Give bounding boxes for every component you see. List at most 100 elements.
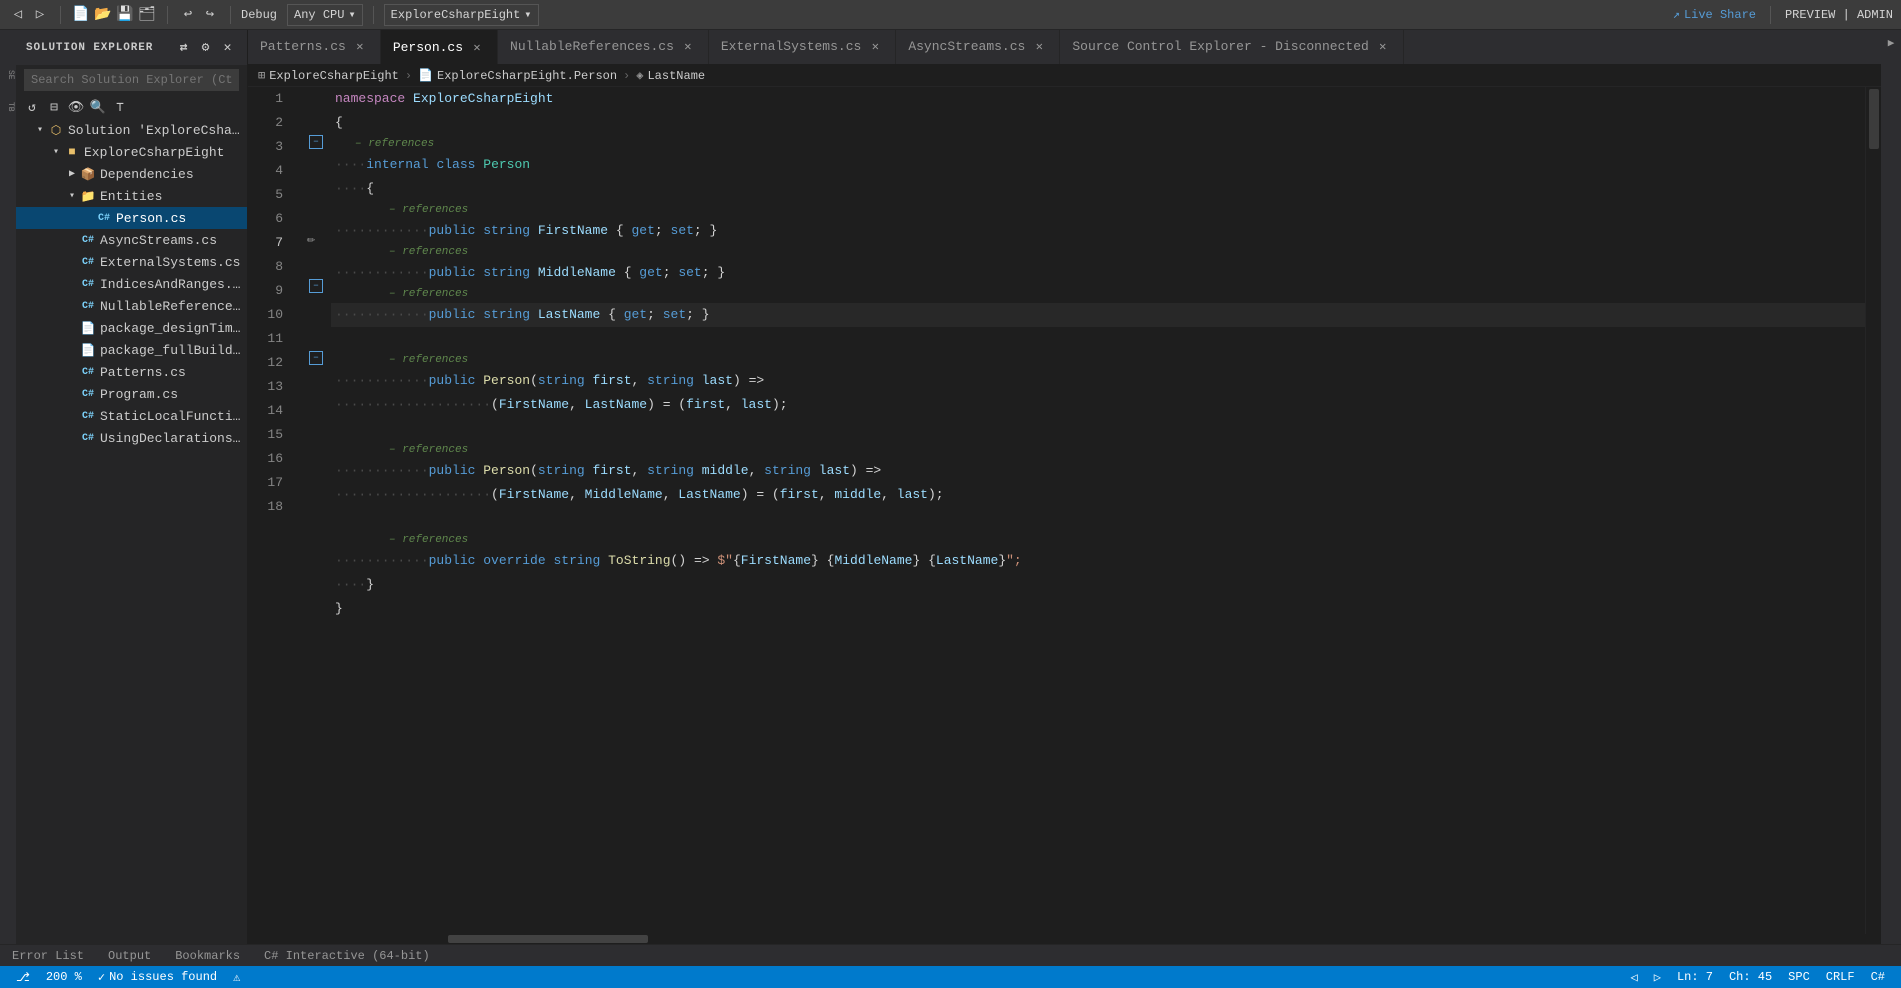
code-line-11[interactable] [331, 417, 1865, 441]
sync-icon[interactable]: ↺ [22, 97, 42, 117]
code-line-18[interactable] [331, 621, 1865, 645]
bottom-tab-errorlist[interactable]: Error List [8, 947, 88, 965]
code-line-17[interactable]: } [331, 597, 1865, 621]
status-warnings[interactable]: ⚠ [225, 966, 248, 988]
sidebar-item-usingdeclarations[interactable]: ▶ C# UsingDeclarationsRefStruct.cs [16, 427, 247, 449]
undo-icon[interactable]: ↩ [178, 5, 198, 25]
code-line-4[interactable]: ····{ [331, 177, 1865, 201]
code-line-14[interactable] [331, 507, 1865, 531]
save-all-icon[interactable]: 🗂 [137, 5, 157, 25]
server-explorer-icon[interactable]: SE [1, 70, 15, 80]
live-share-button[interactable]: ↗ Live Share [1673, 7, 1756, 22]
code-line-15[interactable]: ············public override string ToStr… [331, 549, 1865, 573]
sidebar-item-fullbuild[interactable]: ▶ 📄 package_fullBuild.binlog [16, 339, 247, 361]
code-line-9[interactable]: ············public Person(string first, … [331, 369, 1865, 393]
forward-icon[interactable]: ▷ [30, 5, 50, 25]
collapse-icon[interactable]: ⊟ [44, 97, 64, 117]
status-zoom[interactable]: 200 % [38, 966, 90, 988]
sidebar-item-staticlocalfunctions[interactable]: ▶ C# StaticLocalFunctions.cs [16, 405, 247, 427]
code-line-16[interactable]: ····} [331, 573, 1865, 597]
sidebar-close-icon[interactable]: ✕ [219, 39, 237, 57]
code-line-1[interactable]: namespace ExploreCsharpEight [331, 87, 1865, 111]
tab-as-close[interactable]: ✕ [1031, 39, 1047, 55]
code-line-7[interactable]: ············public string LastName { get… [331, 303, 1865, 327]
sidebar-item-designtimebuild[interactable]: ▶ 📄 package_designTimeBuild.binlog [16, 317, 247, 339]
tab-externalsystems[interactable]: ExternalSystems.cs ✕ [709, 30, 896, 64]
status-nav-prev[interactable]: ◁ [1622, 966, 1645, 988]
sidebar-item-indicesandranges[interactable]: ▶ C# IndicesAndRanges.cs [16, 273, 247, 295]
sidebar-item-externalsystems[interactable]: ▶ C# ExternalSystems.cs [16, 251, 247, 273]
tab-patterns[interactable]: Patterns.cs ✕ [248, 30, 381, 64]
show-all-icon[interactable]: 👁 [66, 97, 86, 117]
solution-root[interactable]: ▾ ⬡ Solution 'ExploreCsharpEight' (1 of … [16, 119, 247, 141]
code-editor[interactable]: 1 2 3 4 5 6 7 8 9 10 11 12 13 14 15 16 1… [248, 87, 1881, 934]
sidebar-search-input[interactable] [24, 69, 239, 91]
fold-12[interactable]: − [309, 351, 323, 365]
sidebar-item-entities[interactable]: ▾ 📁 Entities [16, 185, 247, 207]
horizontal-scrollbar-thumb[interactable] [448, 935, 648, 943]
bottom-tab-csharp-interactive[interactable]: C# Interactive (64-bit) [260, 947, 434, 965]
tab-nullablereferences[interactable]: NullableReferences.cs ✕ [498, 30, 709, 64]
sidebar-item-program[interactable]: ▶ C# Program.cs [16, 383, 247, 405]
status-no-issues[interactable]: ✓ No issues found [90, 966, 225, 988]
sidebar-item-person[interactable]: ▶ C# Person.cs [16, 207, 247, 229]
new-file-icon[interactable]: 📄 [71, 5, 91, 25]
breadcrumb-project[interactable]: ExploreCsharpEight [269, 69, 399, 83]
status-git[interactable]: ⎇ [8, 966, 38, 988]
redo-icon[interactable]: ↪ [200, 5, 220, 25]
cpu-dropdown[interactable]: Any CPU ▾ [287, 4, 363, 26]
breadcrumb-member[interactable]: LastName [647, 69, 705, 83]
slf-icon: C# [80, 408, 96, 424]
status-ln[interactable]: Ln: 7 [1669, 966, 1721, 988]
breadcrumb-file[interactable]: ExploreCsharpEight.Person [437, 69, 617, 83]
sidebar-item-asyncstreams[interactable]: ▶ C# AsyncStreams.cs [16, 229, 247, 251]
filter-icon[interactable]: ⊤ [110, 97, 130, 117]
tab-person[interactable]: Person.cs ✕ [381, 30, 498, 64]
sidebar-item-dependencies[interactable]: ▶ 📦 Dependencies [16, 163, 247, 185]
tab-patterns-close[interactable]: ✕ [352, 39, 368, 55]
code-line-10[interactable]: ····················(FirstName, LastName… [331, 393, 1865, 417]
code-line-2[interactable]: { [331, 111, 1865, 135]
project-item[interactable]: ▾ ■ ExploreCsharpEight [16, 141, 247, 163]
code-line-12[interactable]: ············public Person(string first, … [331, 459, 1865, 483]
sidebar-item-patterns[interactable]: ▶ C# Patterns.cs [16, 361, 247, 383]
tab-es-close[interactable]: ✕ [867, 39, 883, 55]
code-line-13[interactable]: ····················(FirstName, MiddleNa… [331, 483, 1865, 507]
code-line-8[interactable] [331, 327, 1865, 351]
toolbox-icon[interactable]: TB [1, 102, 15, 112]
fold-9[interactable]: − [309, 279, 323, 293]
save-icon[interactable]: 💾 [115, 5, 135, 25]
project-dropdown[interactable]: ExploreCsharpEight ▾ [384, 4, 539, 26]
fold-3[interactable]: − [309, 135, 323, 149]
code-line-5[interactable]: ············public string FirstName { ge… [331, 219, 1865, 243]
right-arrow-icon[interactable]: ▶ [1882, 34, 1900, 52]
minimap-thumb[interactable] [1869, 89, 1879, 149]
back-icon[interactable]: ◁ [8, 5, 28, 25]
open-icon[interactable]: 📂 [93, 5, 113, 25]
ref-comment-7: – references [331, 285, 1865, 303]
tab-person-close[interactable]: ✕ [469, 39, 485, 55]
status-crlf[interactable]: CRLF [1818, 966, 1863, 988]
sidebar-sync-icon[interactable]: ⇄ [175, 39, 193, 57]
top-toolbar: ◁ ▷ 📄 📂 💾 🗂 ↩ ↪ Debug Any CPU ▾ ExploreC… [0, 0, 1901, 30]
code-content[interactable]: namespace ExploreCsharpEight { – referen… [331, 87, 1865, 934]
status-nav-next[interactable]: ▷ [1646, 966, 1669, 988]
zoom-value: 200 % [46, 970, 82, 984]
sidebar-settings-icon[interactable]: ⚙ [197, 39, 215, 57]
ir-icon: C# [80, 276, 96, 292]
tab-sc-close[interactable]: ✕ [1375, 39, 1391, 55]
bottom-tab-bookmarks[interactable]: Bookmarks [171, 947, 244, 965]
status-ch[interactable]: Ch: 45 [1721, 966, 1780, 988]
status-spc[interactable]: SPC [1780, 966, 1818, 988]
tab-sourcecontrol[interactable]: Source Control Explorer - Disconnected ✕ [1060, 30, 1403, 64]
search-icon[interactable]: 🔍 [88, 97, 108, 117]
bottom-tab-output[interactable]: Output [104, 947, 155, 965]
tab-asyncstreams[interactable]: AsyncStreams.cs ✕ [896, 30, 1060, 64]
code-line-6[interactable]: ············public string MiddleName { g… [331, 261, 1865, 285]
code-line-3[interactable]: ····internal class Person [331, 153, 1865, 177]
tab-nr-close[interactable]: ✕ [680, 39, 696, 55]
sidebar-item-nullablereferences[interactable]: ▶ C# NullableReferences.cs [16, 295, 247, 317]
bottom-scrollbar[interactable] [248, 934, 1881, 944]
brace-open: { [335, 111, 343, 135]
status-lang[interactable]: C# [1863, 966, 1893, 988]
